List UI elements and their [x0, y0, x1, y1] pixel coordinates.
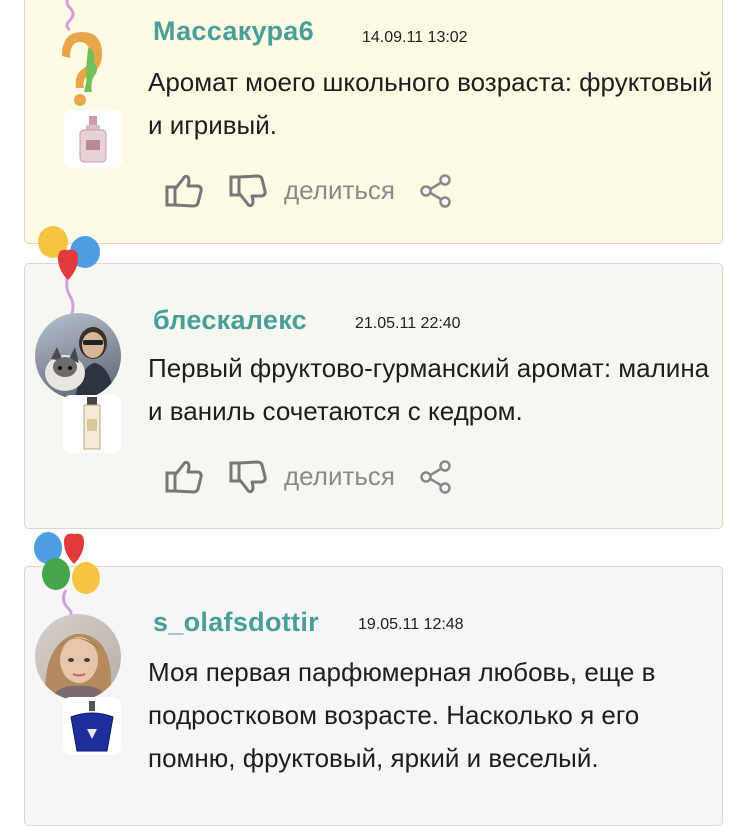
comment-text: Моя первая парфюмерная любовь, еще в под…	[148, 657, 656, 773]
comment-timestamp: 14.09.11 13:02	[362, 29, 468, 46]
comment-actions: делиться	[164, 457, 464, 497]
thumbs-up-icon[interactable]	[164, 457, 204, 497]
thumbs-down-icon[interactable]	[228, 171, 268, 211]
username-link[interactable]: Массакура6	[153, 16, 314, 47]
comment-text: Аромат моего школьного возраста: фруктов…	[148, 67, 713, 140]
username-link[interactable]: s_olafsdottir	[153, 607, 319, 638]
perfume-bottle-icon[interactable]	[64, 110, 122, 168]
thumbs-up-icon[interactable]	[164, 171, 204, 211]
avatar[interactable]	[35, 313, 121, 399]
comment-text: Первый фруктово-гурманский аромат: малин…	[148, 353, 710, 426]
avatar[interactable]	[35, 614, 121, 700]
username-link[interactable]: блескалекс	[153, 305, 307, 336]
balloons-icon	[34, 532, 100, 620]
balloons-icon	[38, 226, 100, 319]
share-icon[interactable]	[418, 459, 454, 495]
comment-actions: делиться	[164, 171, 464, 211]
question-profile-icon[interactable]	[48, 26, 108, 110]
thumbs-down-icon[interactable]	[228, 457, 268, 497]
perfume-bottle-icon[interactable]	[63, 697, 121, 755]
share-link[interactable]: делиться	[284, 175, 395, 206]
share-link[interactable]: делиться	[284, 461, 395, 492]
comment-timestamp: 19.05.11 12:48	[358, 616, 464, 633]
perfume-bottle-icon[interactable]	[63, 395, 121, 453]
comment-timestamp: 21.05.11 22:40	[355, 315, 461, 332]
share-icon[interactable]	[418, 173, 454, 209]
